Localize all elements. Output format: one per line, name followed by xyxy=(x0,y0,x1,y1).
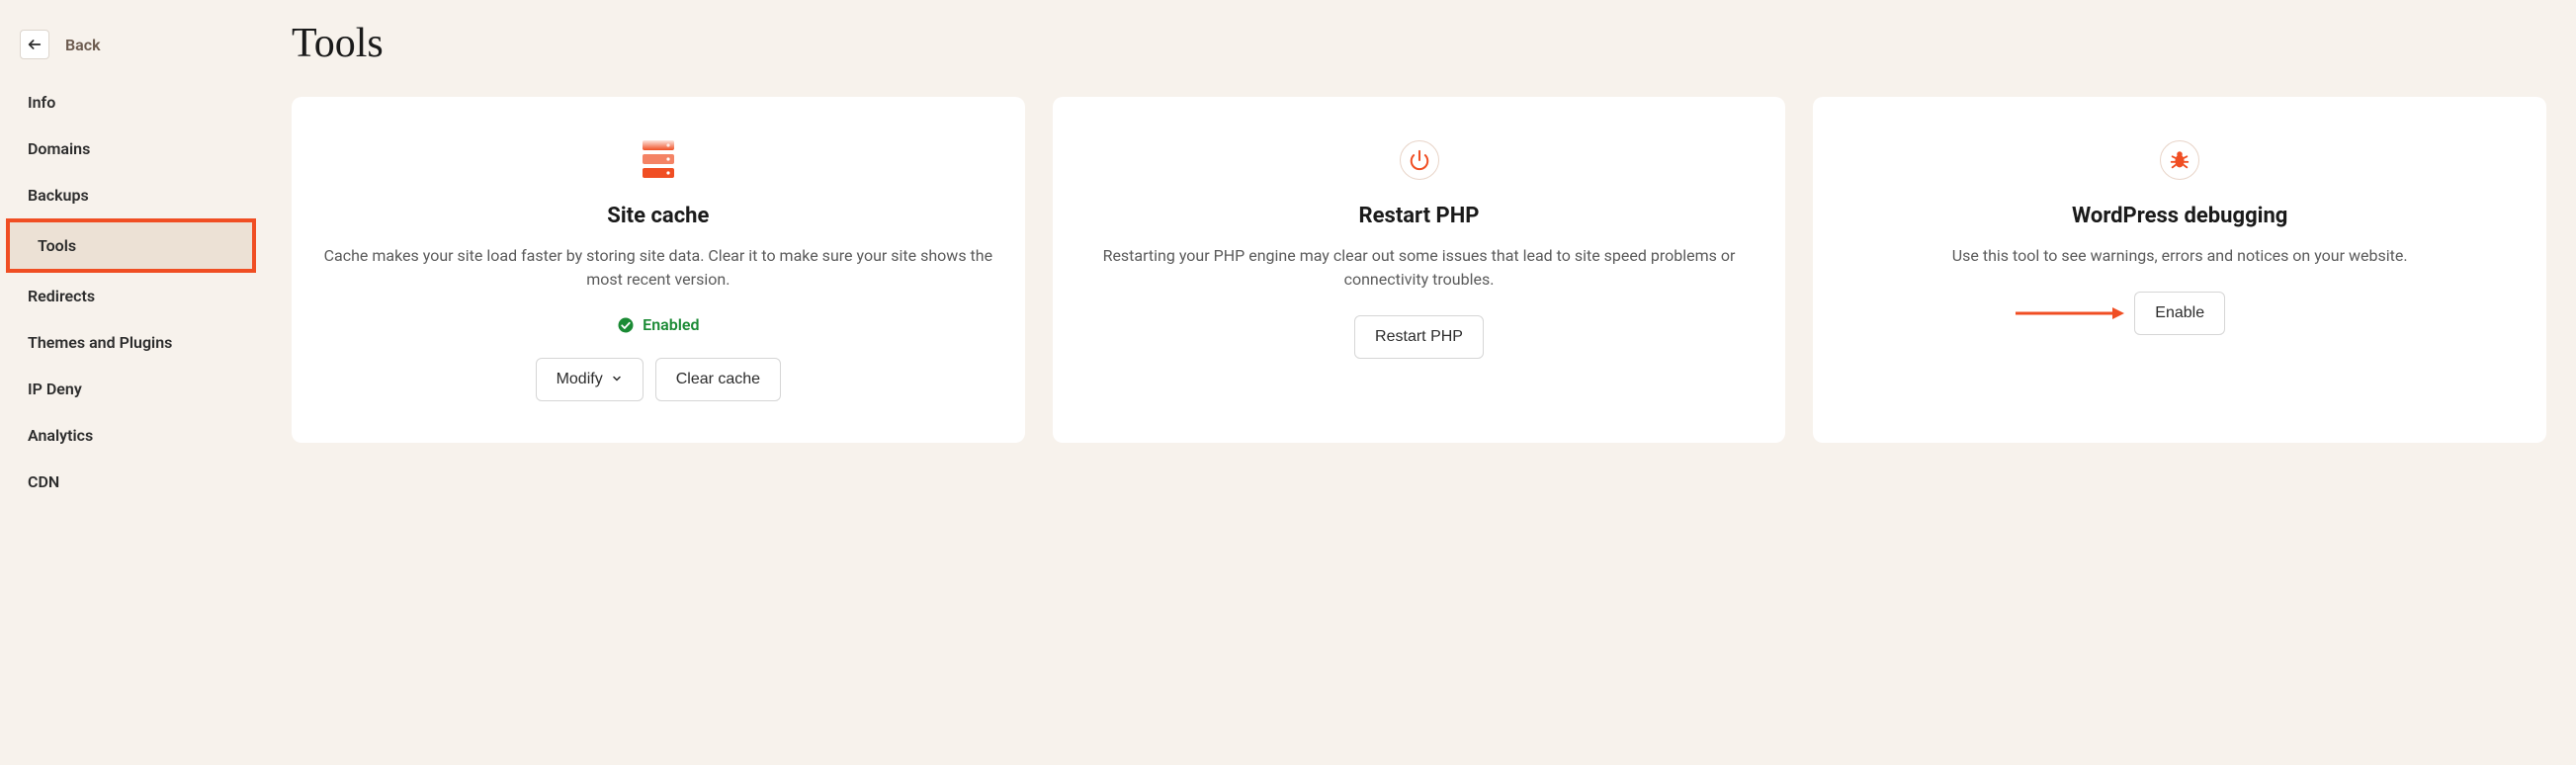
sidebar-item-themes-plugins[interactable]: Themes and Plugins xyxy=(0,319,262,366)
card-wp-debugging: WordPress debugging Use this tool to see… xyxy=(1813,97,2546,443)
sidebar: Back Info Domains Backups Tools Redirect… xyxy=(0,0,262,765)
back-label: Back xyxy=(65,36,101,54)
sidebar-item-tools[interactable]: Tools xyxy=(6,218,256,273)
modify-button[interactable]: Modify xyxy=(536,358,644,401)
site-cache-title: Site cache xyxy=(607,204,709,228)
sidebar-item-redirects[interactable]: Redirects xyxy=(0,273,262,319)
arrow-annotation-icon xyxy=(2016,303,2124,323)
enable-debugging-button[interactable]: Enable xyxy=(2134,292,2225,335)
card-restart-php: Restart PHP Restarting your PHP engine m… xyxy=(1053,97,1786,443)
restart-php-button[interactable]: Restart PHP xyxy=(1354,315,1484,359)
back-arrow-icon xyxy=(20,30,49,59)
wp-debugging-action-row: Enable xyxy=(2134,292,2225,335)
main-content: Tools xyxy=(262,0,2576,765)
enable-label: Enable xyxy=(2155,304,2204,322)
restart-php-title: Restart PHP xyxy=(1359,204,1480,228)
sidebar-item-analytics[interactable]: Analytics xyxy=(0,412,262,459)
sidebar-item-info[interactable]: Info xyxy=(0,79,262,126)
clear-cache-button[interactable]: Clear cache xyxy=(655,358,781,401)
restart-php-button-label: Restart PHP xyxy=(1375,328,1463,346)
clear-cache-label: Clear cache xyxy=(676,371,760,388)
site-cache-description: Cache makes your site load faster by sto… xyxy=(321,244,995,292)
bug-icon xyxy=(2152,132,2207,188)
restart-php-description: Restarting your PHP engine may clear out… xyxy=(1082,244,1757,292)
modify-label: Modify xyxy=(557,371,603,388)
card-site-cache: Site cache Cache makes your site load fa… xyxy=(292,97,1025,443)
cards-container: Site cache Cache makes your site load fa… xyxy=(292,97,2546,443)
wp-debugging-title: WordPress debugging xyxy=(2072,204,2287,228)
back-button[interactable]: Back xyxy=(0,20,262,79)
status-label: Enabled xyxy=(643,315,699,334)
chevron-down-icon xyxy=(611,373,623,387)
sidebar-item-domains[interactable]: Domains xyxy=(0,126,262,172)
restart-icon xyxy=(1392,132,1447,188)
page-title: Tools xyxy=(292,20,2546,67)
site-cache-status: Enabled xyxy=(617,315,699,334)
check-circle-icon xyxy=(617,316,635,334)
sidebar-item-cdn[interactable]: CDN xyxy=(0,459,262,505)
server-cache-icon xyxy=(631,132,686,188)
site-cache-buttons: Modify Clear cache xyxy=(536,358,782,401)
wp-debugging-description: Use this tool to see warnings, errors an… xyxy=(1952,244,2408,268)
sidebar-item-backups[interactable]: Backups xyxy=(0,172,262,218)
sidebar-item-ip-deny[interactable]: IP Deny xyxy=(0,366,262,412)
